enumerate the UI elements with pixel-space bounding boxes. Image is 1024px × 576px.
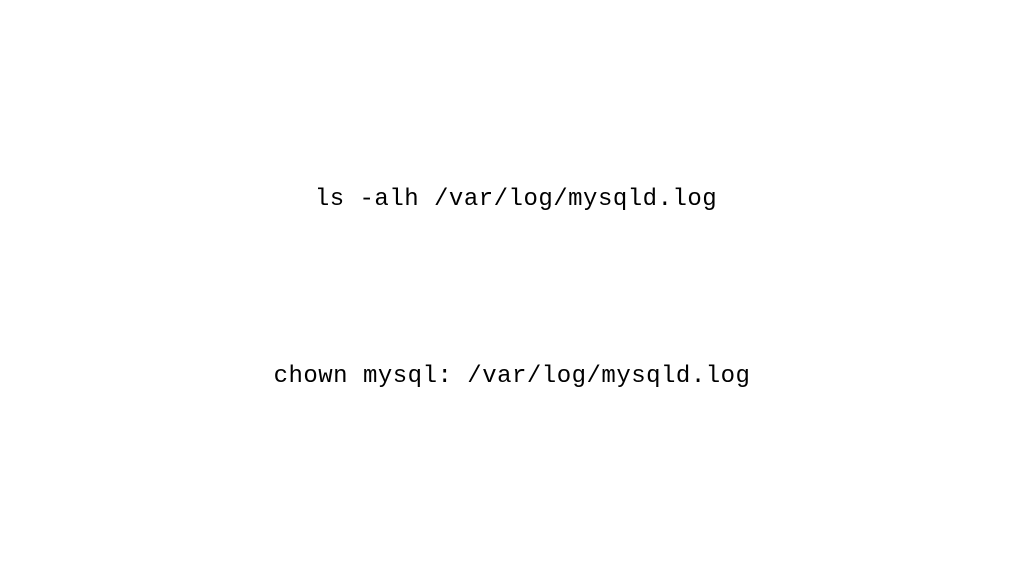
command-line-2: chown mysql: /var/log/mysqld.log (274, 363, 751, 390)
command-line-1: ls -alh /var/log/mysqld.log (307, 186, 717, 213)
